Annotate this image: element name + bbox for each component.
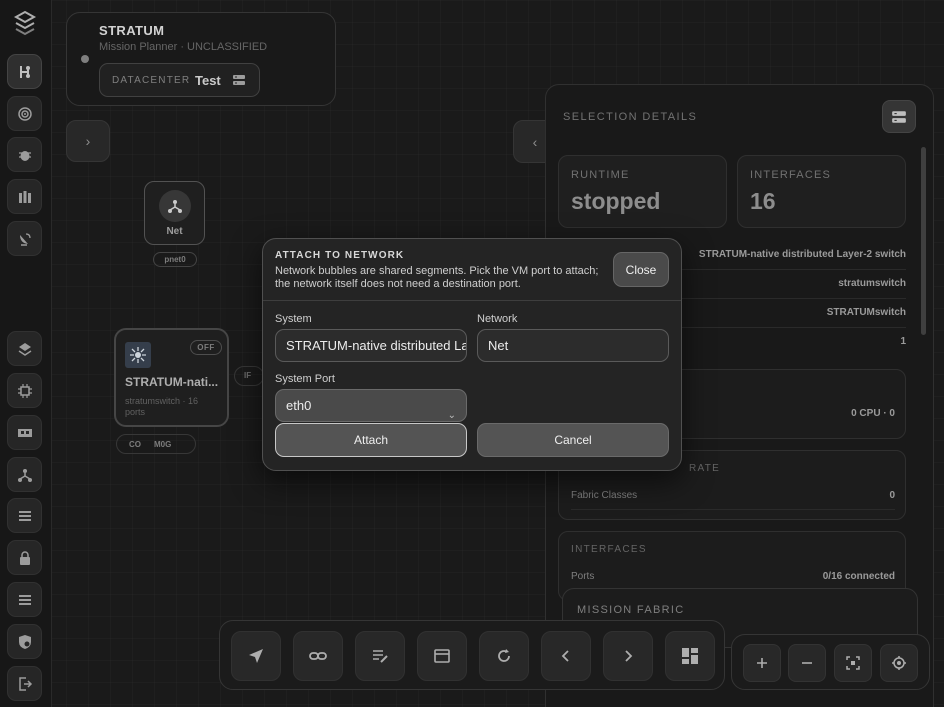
network-label: Network — [477, 313, 518, 325]
dialog-title: ATTACH TO NETWORK — [275, 250, 405, 261]
dialog-separator — [263, 300, 681, 301]
system-field[interactable]: STRATUM-native distributed Layer-2 switc… — [275, 329, 467, 362]
chevron-down-icon: ⌄ — [447, 410, 456, 421]
network-field[interactable]: Net — [477, 329, 669, 362]
dialog-description: Network bubbles are shared segments. Pic… — [275, 265, 599, 290]
close-button[interactable]: Close — [613, 252, 669, 287]
system-label: System — [275, 313, 312, 325]
system-port-value: eth0 — [286, 398, 312, 413]
attach-button[interactable]: Attach — [275, 423, 467, 457]
system-port-label: System Port — [275, 373, 335, 385]
system-port-select[interactable]: eth0 ⌄ — [275, 389, 467, 422]
attach-network-dialog: ATTACH TO NETWORK Network bubbles are sh… — [262, 238, 682, 471]
cancel-button[interactable]: Cancel — [477, 423, 669, 457]
